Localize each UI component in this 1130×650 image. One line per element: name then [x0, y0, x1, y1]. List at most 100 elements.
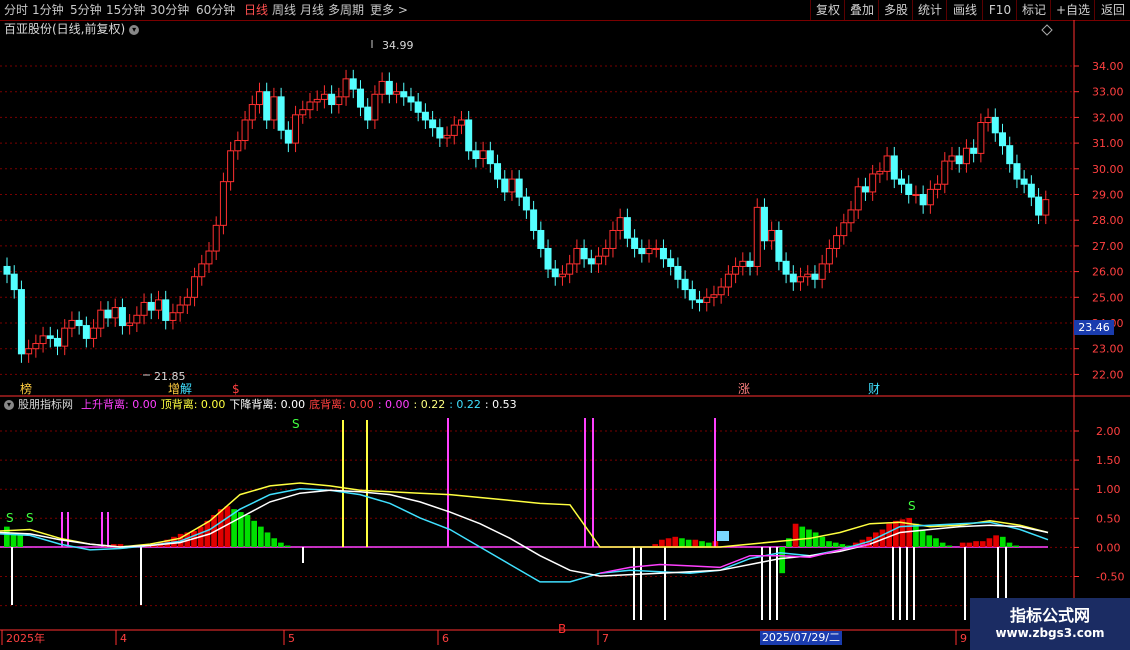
- candle-up: [710, 294, 718, 298]
- indicator-tick-label: 0.50: [1096, 512, 1121, 525]
- candle-down: [147, 301, 155, 311]
- candle-up: [977, 122, 985, 154]
- price-tick-label: 32.00: [1092, 111, 1124, 124]
- histogram-bar: [779, 547, 786, 574]
- cursor-date-tag: 2025/07/29/二: [760, 631, 842, 645]
- indicator-dropdown-icon[interactable]: ▾: [4, 400, 14, 410]
- indicator-values: 上升背离: 0.00 顶背离: 0.00 下降背离: 0.00 底背离: 0.00: …: [77, 398, 521, 411]
- candle-up: [219, 181, 227, 226]
- candle-up: [818, 263, 826, 280]
- candle-down: [631, 237, 639, 249]
- indicator-tick-label: -0.50: [1096, 571, 1124, 584]
- candle-up: [926, 188, 934, 206]
- candle-down: [537, 229, 545, 249]
- candle-up: [753, 206, 761, 267]
- histogram-bar: [679, 538, 685, 547]
- candle-down: [82, 325, 90, 339]
- candle-down: [674, 265, 682, 280]
- buy-signal-label: B: [558, 622, 566, 636]
- price-tick-label: 30.00: [1092, 163, 1124, 176]
- histogram-bar: [224, 506, 231, 547]
- candle-down: [501, 178, 509, 193]
- candle-down: [1020, 178, 1028, 185]
- indicator-value: : 0.53: [484, 398, 517, 411]
- histogram-bar: [699, 541, 705, 547]
- histogram-bar: [986, 538, 993, 547]
- candle-down: [118, 307, 126, 327]
- price-tick-label: 27.00: [1092, 240, 1124, 253]
- candle-up: [1042, 199, 1050, 216]
- candle-up: [457, 119, 465, 126]
- candle-down: [587, 258, 595, 265]
- candle-down: [623, 217, 631, 239]
- price-tick-label: 22.00: [1092, 368, 1124, 381]
- candle-up: [154, 299, 162, 311]
- candle-up: [25, 348, 33, 355]
- candle-down: [530, 209, 538, 231]
- candle-down: [385, 80, 393, 95]
- histogram-bar: [939, 542, 946, 547]
- candle-down: [659, 247, 667, 260]
- candle-up: [833, 235, 841, 249]
- histogram-bar: [826, 541, 832, 547]
- candle-down: [1013, 163, 1021, 180]
- candle-up: [984, 116, 992, 124]
- date-tick-label: 5: [288, 632, 295, 645]
- candle-down: [861, 186, 869, 193]
- sell-signal-label: S: [26, 511, 34, 525]
- histogram-bar: [832, 542, 839, 547]
- histogram-bar: [919, 529, 926, 547]
- indicator-value: : 0.00: [377, 398, 410, 411]
- candle-up: [342, 78, 350, 98]
- price-tick-label: 33.00: [1092, 86, 1124, 99]
- candle-up: [558, 273, 566, 278]
- candle-up: [797, 276, 805, 283]
- candle-up: [768, 229, 776, 242]
- candle-down: [10, 273, 18, 291]
- diamond-icon[interactable]: [1041, 24, 1053, 36]
- candle-down: [429, 119, 437, 129]
- candle-up: [255, 91, 263, 106]
- histogram-bar: [999, 536, 1006, 547]
- candle-up: [191, 276, 199, 298]
- candle-down: [515, 178, 523, 198]
- histogram-bar: [979, 541, 986, 547]
- event-marker: $: [232, 382, 240, 396]
- candle-down: [17, 289, 25, 355]
- price-tick-label: 34.00: [1092, 60, 1124, 73]
- candle-up: [962, 147, 970, 165]
- histogram-bar: [251, 520, 257, 547]
- candle-up: [443, 134, 451, 139]
- histogram-bar: [839, 544, 846, 547]
- candle-down: [356, 88, 364, 108]
- candle-up: [739, 260, 747, 267]
- candle-down: [46, 335, 54, 339]
- histogram-bar: [284, 545, 291, 547]
- candle-down: [400, 91, 408, 98]
- event-marker: 涨: [738, 381, 750, 396]
- candle-up: [804, 273, 812, 278]
- event-marker: 财: [868, 382, 880, 396]
- indicator-value: : 0.22: [413, 398, 446, 411]
- candle-down: [580, 247, 588, 260]
- histogram-bar: [659, 539, 665, 547]
- indicator-tick-label: 1.00: [1096, 483, 1121, 496]
- candle-up: [847, 209, 855, 224]
- candle-up: [270, 96, 278, 121]
- candle-down: [667, 258, 675, 267]
- candle-up: [299, 109, 307, 116]
- candle-up: [371, 93, 379, 121]
- indicator-name[interactable]: 股朋指标网: [18, 398, 73, 411]
- candle-up: [616, 217, 624, 231]
- histogram-bar: [264, 532, 271, 547]
- candle-down: [1035, 196, 1043, 216]
- candle-up: [724, 273, 732, 288]
- candle-up: [717, 286, 725, 296]
- kline-chart[interactable]: 34.00 33.00 32.00 31.00 30.00 29.00 28.00 27.00…: [0, 0, 1130, 650]
- candle-down: [811, 273, 819, 280]
- candle-down: [104, 309, 112, 319]
- candle-down: [486, 150, 494, 165]
- candle-up: [876, 170, 884, 175]
- price-tick-label: 23.00: [1092, 343, 1124, 356]
- candle-up: [248, 104, 256, 121]
